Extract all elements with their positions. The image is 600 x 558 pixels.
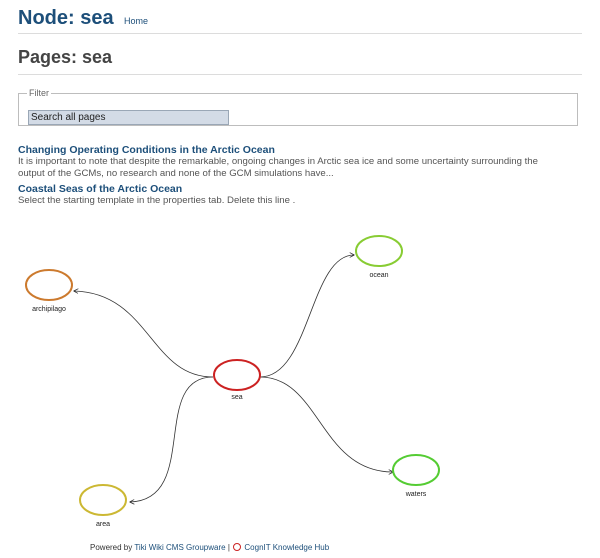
graph-node-label: archipilago	[32, 306, 66, 313]
graph-node-archipilago-shape	[25, 269, 73, 301]
graph-node-sea[interactable]: sea	[213, 359, 261, 401]
cognit-logo-icon	[233, 543, 242, 551]
graph-node-label: sea	[231, 394, 242, 401]
powered-by-text: Powered by	[90, 543, 133, 552]
graph-node-ocean[interactable]: ocean	[355, 235, 403, 279]
footer: Powered by Tiki Wiki CMS Groupware | Cog…	[90, 543, 329, 552]
graph-node-sea-shape	[213, 359, 261, 391]
graph-node-ocean-shape	[355, 235, 403, 267]
tiki-link[interactable]: Tiki Wiki CMS Groupware	[134, 543, 225, 552]
graph-node-archipilago[interactable]: archipilago	[25, 269, 73, 313]
graph-node-label: ocean	[369, 272, 388, 279]
graph-node-label: waters	[405, 491, 427, 498]
graph-node-area[interactable]: area	[79, 484, 127, 528]
graph-edge-sea-area	[130, 376, 214, 502]
graph-edge-sea-ocean	[259, 255, 354, 378]
graph-node-waters-shape	[392, 454, 440, 486]
graph-node-area-shape	[79, 484, 127, 516]
graph-node-waters[interactable]: waters	[392, 454, 440, 498]
graph-edge-sea-archipilago	[74, 291, 214, 378]
graph-node-label: area	[96, 521, 110, 528]
concept-graph: sea ocean archipilago waters area	[25, 235, 440, 528]
cognit-link[interactable]: CognIT Knowledge Hub	[244, 543, 329, 552]
graph-edge-sea-waters	[259, 376, 393, 472]
footer-separator: |	[227, 543, 230, 552]
